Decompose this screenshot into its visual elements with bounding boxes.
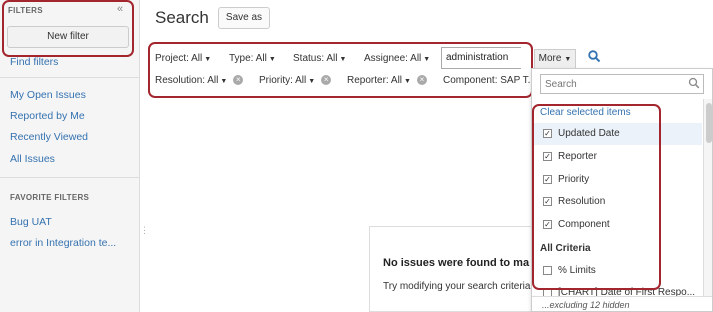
text-search-input[interactable]: administration [441,47,521,69]
clear-resolution-icon[interactable]: × [233,75,244,86]
status-criteria-label: Status: All [293,53,338,64]
project-criteria-button[interactable]: Project: All ▼ [155,53,211,64]
sidebar-resize-handle[interactable]: ⋮ [140,225,149,236]
chevron-down-icon: ▼ [339,56,347,63]
chevron-down-icon: ▼ [220,78,228,85]
collapse-sidebar-icon[interactable]: « [117,3,123,15]
resolution-criteria-button[interactable]: Resolution: All ▼ × [155,75,244,86]
find-filters-link[interactable]: Find filters [10,56,58,68]
search-icon [688,77,700,92]
scrollbar-thumb[interactable] [706,103,712,143]
criteria-option-resolution[interactable]: ✓ Resolution [533,191,702,213]
priority-criteria-label: Priority: All [259,75,307,86]
criteria-option-component[interactable]: ✓ Component [533,214,702,236]
more-criteria-button[interactable]: More ▼ [534,49,576,69]
checkbox-checked-icon[interactable]: ✓ [543,129,552,138]
checkbox-checked-icon[interactable]: ✓ [543,175,552,184]
clear-priority-icon[interactable]: × [321,75,332,86]
criteria-option-priority[interactable]: ✓ Priority [533,169,702,191]
reporter-criteria-label: Reporter: All [347,75,403,86]
search-icon[interactable] [588,50,601,66]
checkbox-unchecked-icon[interactable] [543,266,552,275]
chevron-down-icon: ▼ [404,78,411,85]
priority-criteria-button[interactable]: Priority: All ▼ × [259,75,332,86]
new-filter-button[interactable]: New filter [7,26,129,48]
sidebar-link-reported-by-me[interactable]: Reported by Me [10,110,85,122]
dropdown-scrollbar[interactable] [703,99,712,311]
assignee-criteria-button[interactable]: Assignee: All ▼ [364,53,430,64]
assignee-criteria-label: Assignee: All [364,53,422,64]
favorite-filters-heading: FAVORITE FILTERS [10,193,90,202]
criteria-option-label: Priority [558,174,590,185]
sidebar-link-my-open-issues[interactable]: My Open Issues [10,89,86,101]
chevron-down-icon: ▼ [204,56,212,63]
clear-selected-items-link[interactable]: Clear selected items [540,107,631,118]
criteria-option-updated-date[interactable]: ✓ Updated Date [533,123,702,145]
criteria-option-limits[interactable]: % Limits [533,260,702,282]
criteria-search-input[interactable] [541,75,681,93]
reporter-criteria-button[interactable]: Reporter: All ▼ × [347,75,427,86]
type-criteria-label: Type: All [229,53,267,64]
checkbox-checked-icon[interactable]: ✓ [543,152,552,161]
criteria-option-label: Component [558,219,610,230]
more-criteria-dropdown: Clear selected items ✓ Updated Date ✓ Re… [531,68,713,312]
hidden-criteria-note: ...excluding 12 hidden [532,296,712,311]
sidebar-divider [0,77,139,78]
criteria-search-box [540,74,704,94]
more-criteria-label: More [538,53,562,64]
component-criteria-button[interactable]: Component: SAP T... [443,75,531,86]
sidebar-divider [0,177,139,178]
all-criteria-heading: All Criteria [540,243,591,254]
chevron-down-icon: ▼ [308,78,316,85]
project-criteria-label: Project: All [155,53,203,64]
chevron-down-icon: ▼ [268,56,276,63]
sidebar-link-recently-viewed[interactable]: Recently Viewed [10,131,88,143]
favorite-filter-integration[interactable]: error in Integration te... [10,237,116,249]
checkbox-checked-icon[interactable]: ✓ [543,220,552,229]
favorite-filter-bug-uat[interactable]: Bug UAT [10,216,52,228]
chevron-down-icon: ▼ [423,56,431,63]
resolution-criteria-label: Resolution: All [155,75,219,86]
page-title: Search [155,8,209,27]
criteria-option-label: Resolution [558,196,606,207]
chevron-down-icon: ▼ [564,56,572,63]
sidebar: FILTERS « New filter Find filters My Ope… [0,0,140,312]
checkbox-checked-icon[interactable]: ✓ [543,197,552,206]
type-criteria-button[interactable]: Type: All ▼ [229,53,276,64]
sidebar-link-all-issues[interactable]: All Issues [10,153,55,165]
criteria-option-label: Updated Date [558,128,620,139]
criteria-option-label: Reporter [558,151,597,162]
no-issues-title: No issues were found to ma [383,257,530,269]
no-issues-message: Try modifying your search criteria [383,281,531,292]
results-panel [369,226,544,312]
filters-heading: FILTERS [8,6,43,15]
save-as-button[interactable]: Save as [218,7,270,29]
criteria-option-label: % Limits [558,265,596,276]
status-criteria-button[interactable]: Status: All ▼ [293,53,346,64]
clear-reporter-icon[interactable]: × [416,75,427,86]
criteria-option-reporter[interactable]: ✓ Reporter [533,146,702,168]
